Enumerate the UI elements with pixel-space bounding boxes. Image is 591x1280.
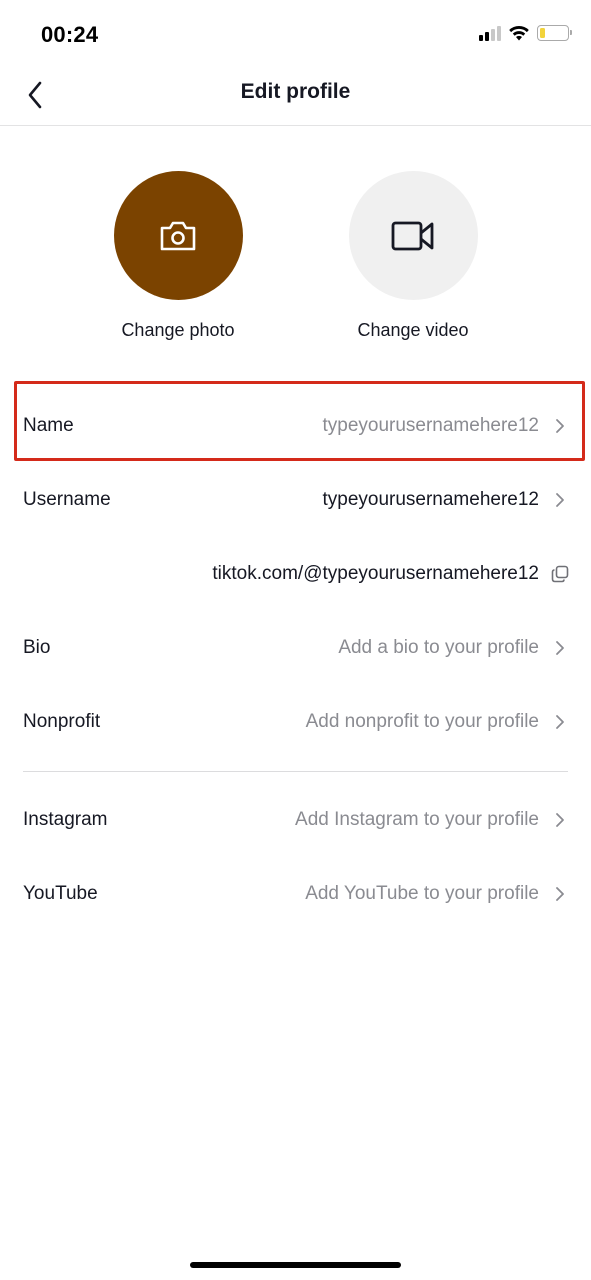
chevron-right-icon	[553, 416, 567, 436]
field-row-instagram[interactable]: Instagram Add Instagram to your profile	[0, 783, 591, 857]
chevron-right-icon	[553, 884, 567, 904]
field-value: typeyourusernamehere12	[322, 489, 539, 510]
field-row-username[interactable]: Username typeyourusernamehere12	[0, 463, 591, 537]
wifi-icon	[509, 25, 529, 41]
field-label: Bio	[23, 637, 51, 658]
status-time: 00:24	[41, 22, 99, 47]
cellular-signal-icon	[479, 25, 501, 41]
field-row-name[interactable]: Name typeyourusernamehere12	[0, 389, 591, 463]
nav-bar: Edit profile	[0, 70, 591, 126]
chevron-right-icon	[553, 490, 567, 510]
change-video-button[interactable]: Change video	[313, 171, 513, 341]
field-placeholder: Add YouTube to your profile	[305, 883, 539, 904]
field-label: Nonprofit	[23, 711, 101, 732]
field-placeholder: Add Instagram to your profile	[295, 809, 539, 830]
field-label: YouTube	[23, 883, 98, 904]
status-icons	[479, 25, 572, 41]
profile-link-value: tiktok.com/@typeyourusernamehere12	[212, 563, 539, 584]
chevron-right-icon	[553, 638, 567, 658]
chevron-right-icon	[553, 712, 567, 732]
profile-photo-avatar[interactable]	[113, 171, 243, 300]
field-value: typeyourusernamehere12	[322, 415, 539, 436]
change-photo-button[interactable]: Change photo	[78, 171, 278, 341]
battery-low-icon	[537, 25, 572, 41]
change-photo-label: Change photo	[121, 320, 235, 340]
field-row-profile-link[interactable]: tiktok.com/@typeyourusernamehere12	[0, 537, 591, 611]
home-indicator[interactable]	[190, 1262, 401, 1268]
camera-icon	[160, 221, 196, 250]
copy-icon[interactable]	[551, 565, 569, 583]
field-label: Name	[23, 415, 74, 436]
status-bar: 00:24	[0, 0, 591, 70]
chevron-right-icon	[553, 810, 567, 830]
page-title: Edit profile	[240, 80, 351, 103]
field-placeholder: Add nonprofit to your profile	[305, 711, 539, 732]
field-row-nonprofit[interactable]: Nonprofit Add nonprofit to your profile	[0, 685, 591, 759]
field-label: Username	[23, 489, 111, 510]
field-row-bio[interactable]: Bio Add a bio to your profile	[0, 611, 591, 685]
field-row-youtube[interactable]: YouTube Add YouTube to your profile	[0, 857, 591, 931]
field-placeholder: Add a bio to your profile	[338, 637, 539, 658]
profile-video-placeholder[interactable]	[348, 171, 478, 300]
video-camera-icon	[391, 221, 434, 250]
change-video-label: Change video	[357, 320, 469, 340]
field-label: Instagram	[23, 809, 108, 830]
section-divider	[23, 771, 568, 772]
